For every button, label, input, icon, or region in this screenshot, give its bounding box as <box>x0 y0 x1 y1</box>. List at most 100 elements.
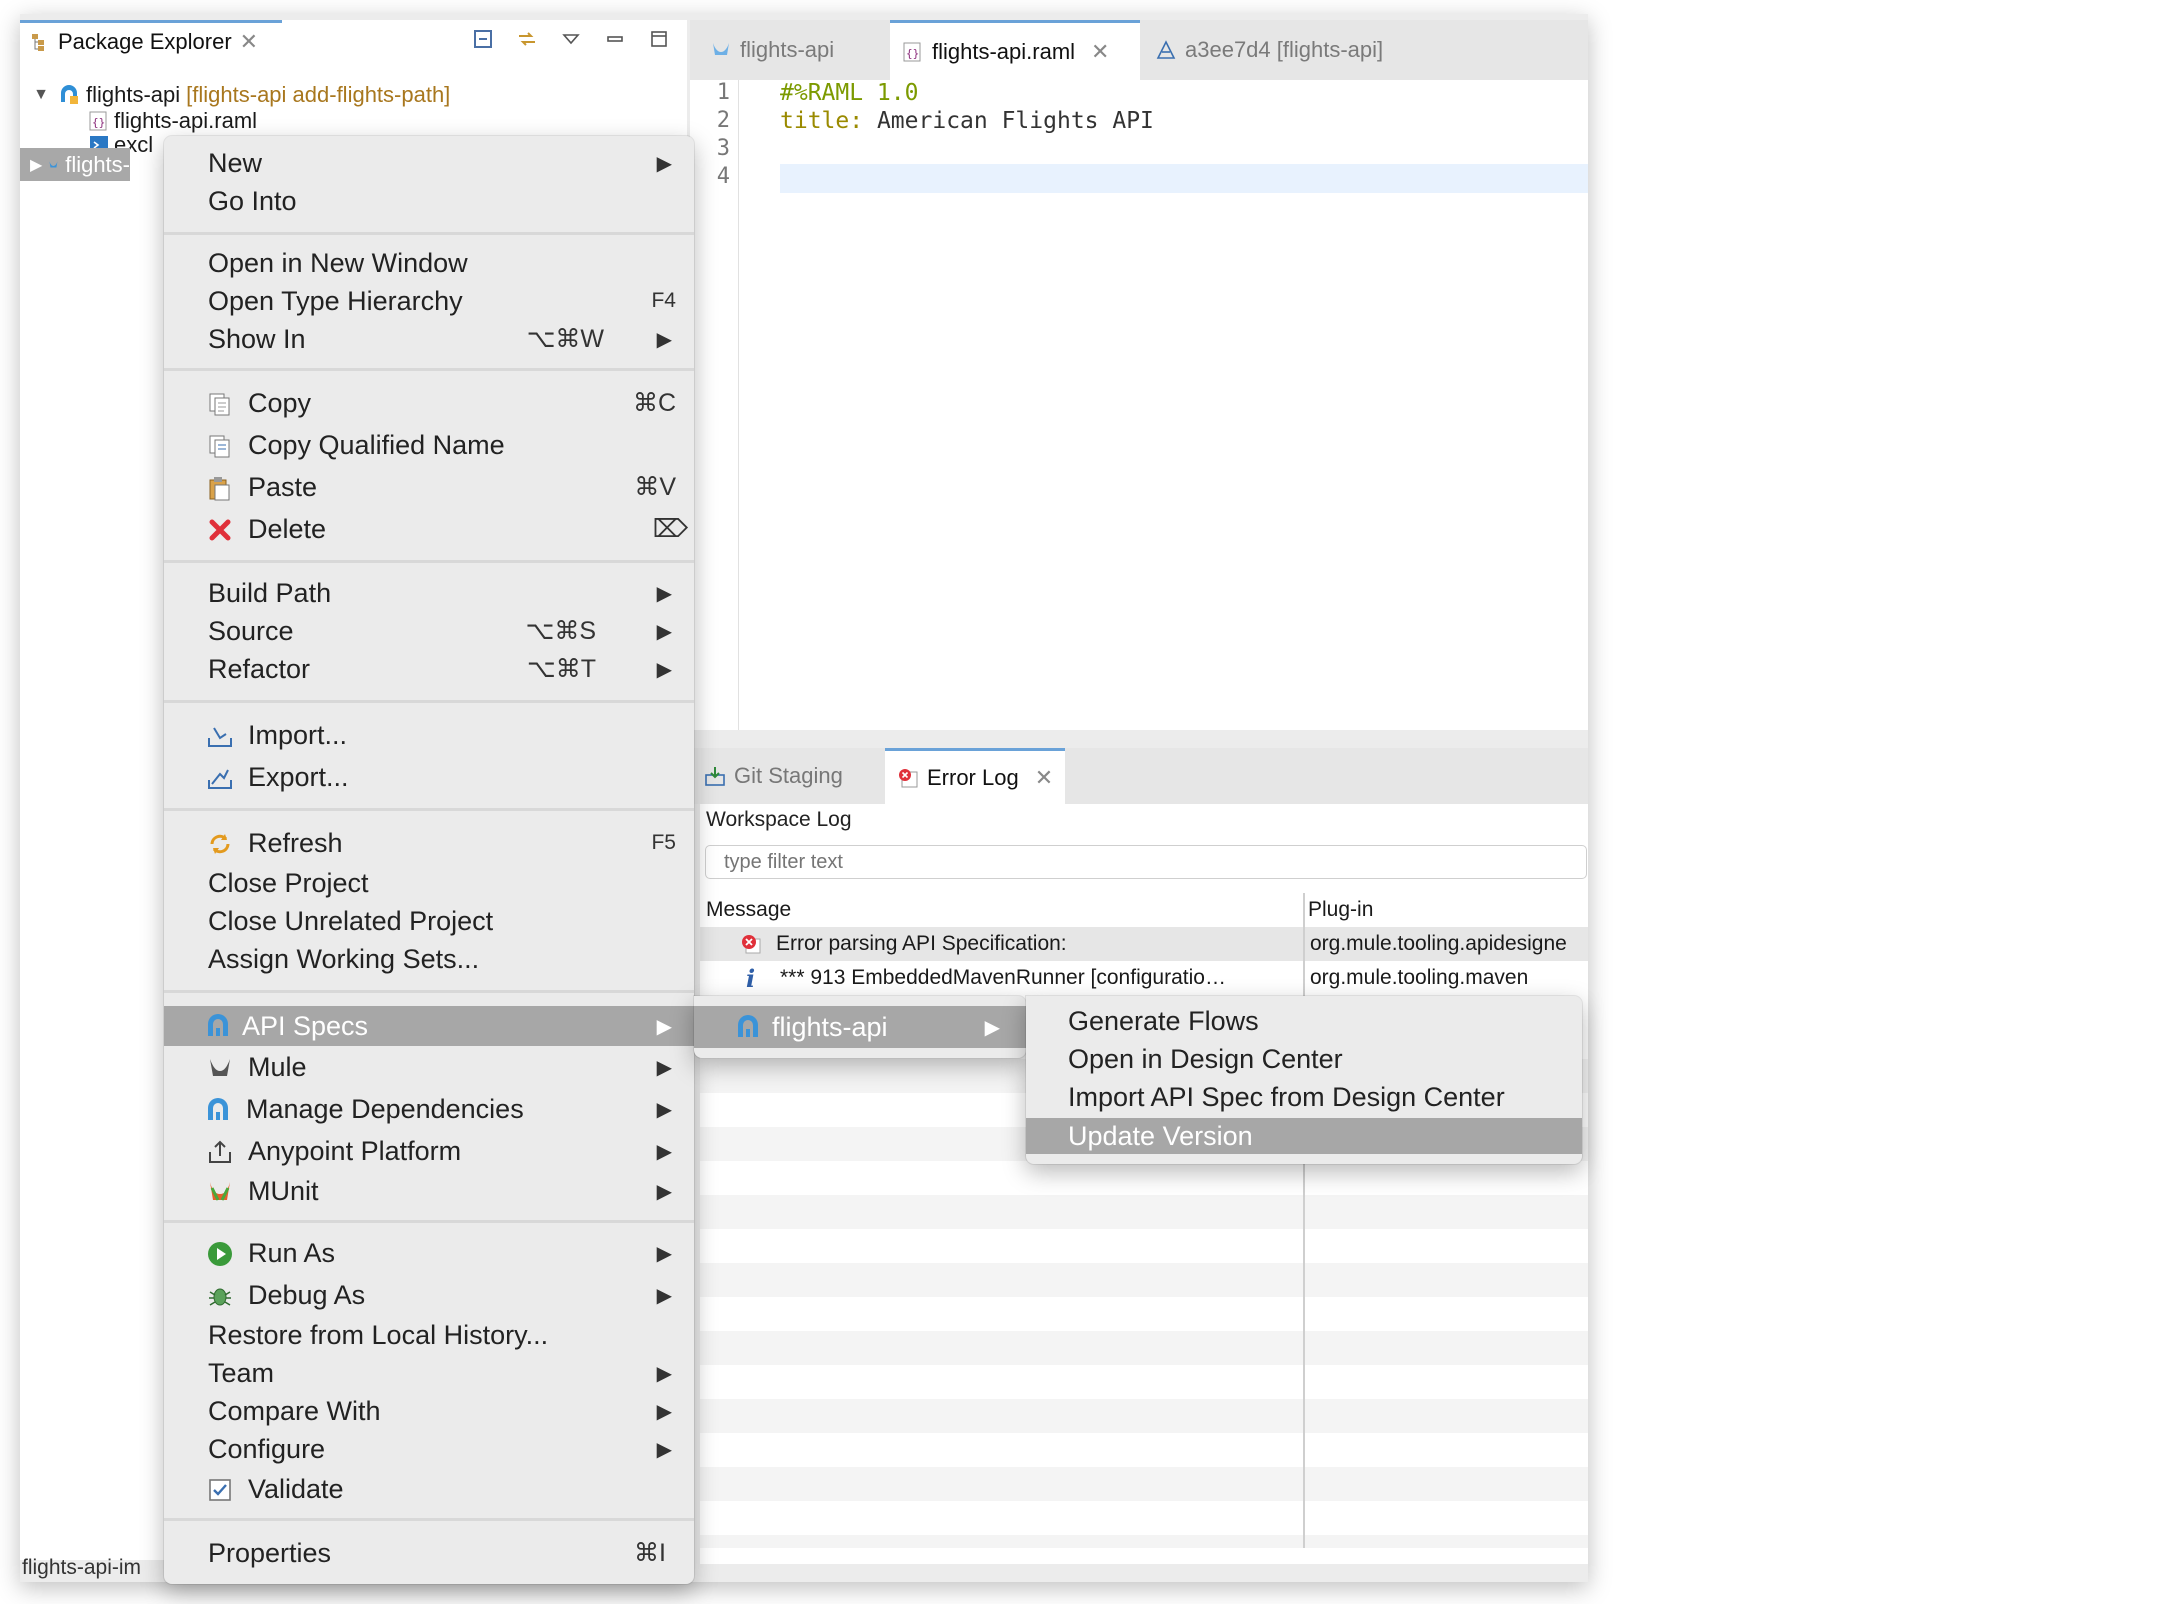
tab-flights-api-raml[interactable]: {} flights-api.raml ✕ <box>890 20 1140 80</box>
menu-item-properties[interactable]: Properties ⌘I <box>164 1536 694 1570</box>
menu-item-go-into[interactable]: Go Into <box>164 184 694 218</box>
close-icon[interactable]: ✕ <box>240 29 258 55</box>
maximize-icon[interactable] <box>648 28 670 50</box>
workspace-log-label: Workspace Log <box>706 808 852 831</box>
menu-item-label: Import... <box>248 719 348 750</box>
menu-item-label: Open Type Hierarchy <box>208 285 463 316</box>
copy-qualified-icon <box>206 432 234 460</box>
menu-item-label: Go Into <box>208 185 297 216</box>
menu-item-import[interactable]: Import... <box>164 718 694 752</box>
menu-item-label: Source <box>208 615 294 646</box>
expand-triangle-icon[interactable]: ▼ <box>30 86 52 104</box>
menu-item-label: Close Project <box>208 867 369 898</box>
menu-item-manage-dependencies[interactable]: Manage Dependencies ▶ <box>164 1092 694 1126</box>
menu-item-show-in[interactable]: Show In ⌥⌘W ▶ <box>164 322 694 356</box>
menu-item-export[interactable]: Export... <box>164 760 694 794</box>
menu-item-label: Open in Design Center <box>1068 1043 1343 1074</box>
mule-app-icon <box>710 39 732 61</box>
shortcut: F4 <box>651 289 676 312</box>
svg-text:{}: {} <box>906 47 919 60</box>
close-icon[interactable]: ✕ <box>1091 39 1109 65</box>
submenu-arrow-icon: ▶ <box>656 1242 672 1265</box>
menu-item-refactor[interactable]: Refactor ⌥⌘T ▶ <box>164 652 694 686</box>
menu-item-label: Configure <box>208 1433 326 1464</box>
menu-item-label: Export... <box>248 761 349 792</box>
manage-dependencies-icon <box>204 1096 232 1124</box>
line-number: 3 <box>716 136 730 161</box>
menu-item-import-api-spec[interactable]: Import API Spec from Design Center <box>1026 1080 1582 1114</box>
menu-item-label: Show In <box>208 323 306 354</box>
menu-item-open-new-window[interactable]: Open in New Window <box>164 246 694 280</box>
minimize-icon[interactable] <box>604 28 626 50</box>
context-menu: New ▶ Go Into Open in New Window Open Ty… <box>164 136 694 1584</box>
menu-item-team[interactable]: Team ▶ <box>164 1356 694 1390</box>
menu-item-label: Mule <box>248 1051 307 1082</box>
menu-item-api-specs[interactable]: API Specs ▶ <box>164 1006 694 1046</box>
filter-input[interactable] <box>705 845 1587 879</box>
menu-item-paste[interactable]: Paste ⌘V <box>164 470 694 504</box>
menu-item-mule[interactable]: Mule ▶ <box>164 1050 694 1084</box>
collapsed-triangle-icon[interactable]: ▶ <box>30 155 42 175</box>
tab-label: flights-api <box>740 37 835 62</box>
menu-item-label: Generate Flows <box>1068 1005 1259 1036</box>
menu-item-compare-with[interactable]: Compare With ▶ <box>164 1394 694 1428</box>
raml-key: title: <box>780 108 864 134</box>
menu-item-label: Build Path <box>208 577 332 608</box>
menu-item-restore-local-history[interactable]: Restore from Local History... <box>164 1318 694 1352</box>
package-explorer-title: Package Explorer <box>58 28 232 54</box>
view-menu-icon[interactable] <box>560 28 582 50</box>
tab-error-log[interactable]: Error Log ✕ <box>885 748 1065 804</box>
menu-item-validate[interactable]: Validate <box>164 1472 694 1506</box>
menu-item-label: Close Unrelated Project <box>208 905 494 936</box>
tab-flights-api[interactable]: flights-api <box>710 20 910 80</box>
menu-item-open-type-hierarchy[interactable]: Open Type Hierarchy F4 <box>164 284 694 318</box>
submenu-arrow-icon: ▶ <box>656 582 672 605</box>
menu-item-label: Compare With <box>208 1395 381 1426</box>
submenu-arrow-icon: ▶ <box>656 152 672 175</box>
collapse-all-icon[interactable] <box>472 28 494 50</box>
menu-item-refresh[interactable]: Refresh F5 <box>164 826 694 860</box>
refresh-icon <box>206 830 234 858</box>
status-bar-text: flights-api-im <box>22 1556 142 1579</box>
tab-commit[interactable]: a3ee7d4 [flights-api] <box>1155 20 1485 80</box>
menu-item-munit[interactable]: MUnit ▶ <box>164 1174 694 1208</box>
table-row[interactable]: Error parsing API Specification: org.mul… <box>700 927 1588 961</box>
menu-item-run-as[interactable]: Run As ▶ <box>164 1236 694 1270</box>
tree-item-selected[interactable]: ▶ flights- <box>20 148 130 181</box>
submenu-arrow-icon: ▶ <box>656 1438 672 1461</box>
menu-item-label: Team <box>208 1357 275 1388</box>
checkbox-checked-icon <box>206 1476 234 1504</box>
menu-item-copy-qualified-name[interactable]: Copy Qualified Name <box>164 428 694 462</box>
menu-item-debug-as[interactable]: Debug As ▶ <box>164 1278 694 1312</box>
submenu-arrow-icon: ▶ <box>656 1362 672 1385</box>
empty-row <box>700 1263 1588 1297</box>
menu-item-configure[interactable]: Configure ▶ <box>164 1432 694 1466</box>
menu-item-new[interactable]: New ▶ <box>164 146 694 180</box>
link-with-editor-icon[interactable] <box>516 28 538 50</box>
menu-separator <box>164 1220 694 1223</box>
menu-item-open-in-design-center[interactable]: Open in Design Center <box>1026 1042 1582 1076</box>
line-number: 4 <box>716 164 730 189</box>
table-row[interactable]: i *** 913 EmbeddedMavenRunner [configura… <box>700 961 1588 995</box>
menu-item-assign-working-sets[interactable]: Assign Working Sets... <box>164 942 694 976</box>
current-line-highlight <box>780 164 1588 193</box>
tab-git-staging[interactable]: Git Staging <box>704 748 884 804</box>
submenu-arrow-icon: ▶ <box>656 620 672 643</box>
export-icon <box>206 764 234 792</box>
menu-item-generate-flows[interactable]: Generate Flows <box>1026 1004 1582 1038</box>
package-explorer-tab[interactable]: Package Explorer ✕ <box>20 20 282 60</box>
menu-item-delete[interactable]: Delete ⌦ <box>164 512 694 546</box>
menu-item-anypoint-platform[interactable]: Anypoint Platform ▶ <box>164 1134 694 1168</box>
menu-item-update-version[interactable]: Update Version <box>1026 1118 1582 1154</box>
menu-item-source[interactable]: Source ⌥⌘S ▶ <box>164 614 694 648</box>
menu-item-flights-api[interactable]: flights-api ▶ <box>694 1006 1026 1048</box>
menu-item-close-project[interactable]: Close Project <box>164 866 694 900</box>
close-icon[interactable]: ✕ <box>1035 765 1053 791</box>
log-message: *** 913 EmbeddedMavenRunner [configurati… <box>780 966 1226 989</box>
column-header-message[interactable]: Message <box>706 898 791 922</box>
menu-item-copy[interactable]: Copy ⌘C <box>164 386 694 420</box>
column-header-plugin[interactable]: Plug-in <box>1308 898 1373 922</box>
menu-item-close-unrelated-project[interactable]: Close Unrelated Project <box>164 904 694 938</box>
submenu-arrow-icon: ▶ <box>656 1056 672 1079</box>
menu-item-build-path[interactable]: Build Path ▶ <box>164 576 694 610</box>
